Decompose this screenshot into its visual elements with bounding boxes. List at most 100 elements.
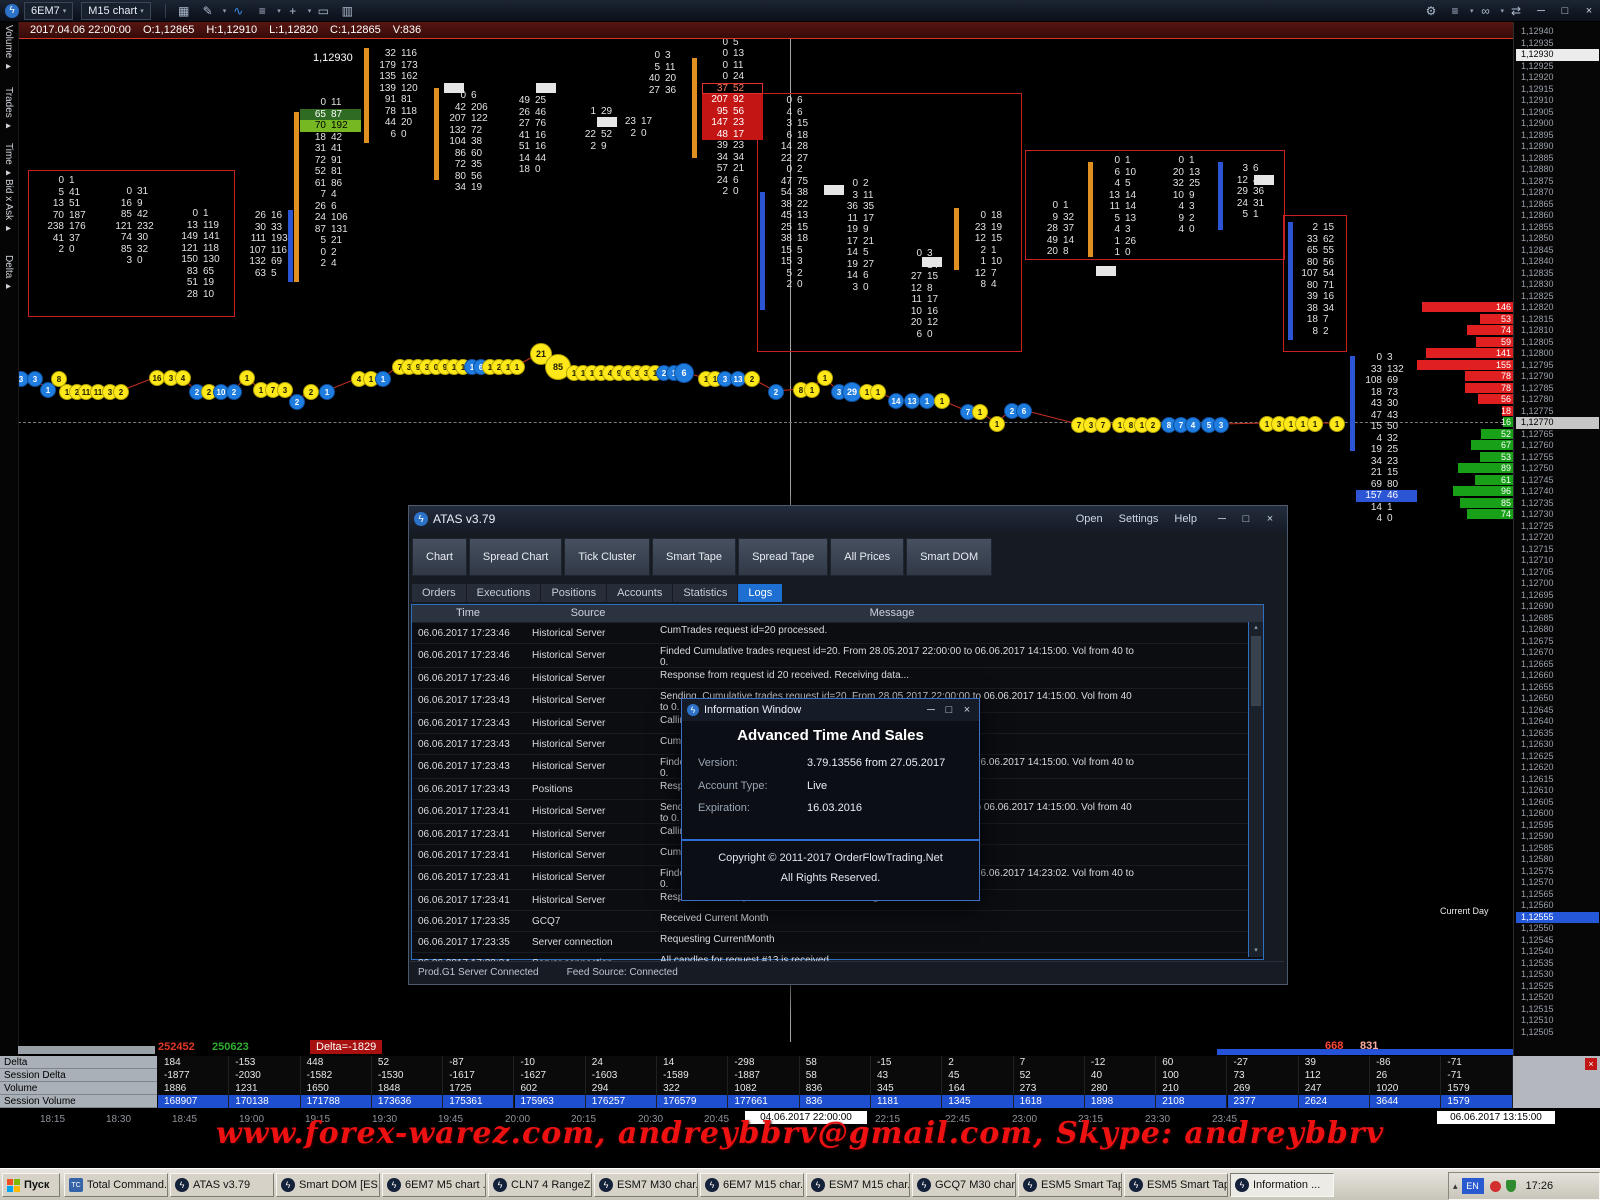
language-indicator[interactable]: EN [1462, 1178, 1484, 1194]
footprint-cluster: 492526462776411651161444180 [504, 95, 565, 176]
indicator-icon[interactable]: ∿ [229, 2, 247, 19]
tab-spreadtape[interactable]: Spread Tape [738, 538, 828, 576]
panel-close-icon[interactable]: × [1585, 1058, 1597, 1070]
cluster-row: 2319 [960, 222, 1021, 234]
price-tick: 1,12765 [1521, 429, 1554, 441]
scrollbar[interactable]: ▴ ▾ [1248, 622, 1263, 957]
sync-arrows-icon[interactable]: ⇄ [1507, 2, 1525, 19]
cluster-row: 29 [570, 141, 631, 153]
dialog-titlebar[interactable]: ϟ Information Window ─ □ × [682, 699, 979, 721]
cluster-bid-value: 6 [766, 130, 794, 142]
menu-help[interactable]: Help [1174, 513, 1197, 525]
menu-open[interactable]: Open [1076, 513, 1103, 525]
cluster-mode-icon[interactable]: ▥ [338, 2, 356, 19]
tab-chart[interactable]: Chart [412, 538, 467, 576]
chevron-down-icon[interactable]: ▾ [223, 7, 227, 15]
sidebar-item-trades[interactable]: Trades ▸ [3, 87, 14, 132]
subtab-logs[interactable]: Logs [738, 584, 783, 602]
start-button[interactable]: Пуск [2, 1173, 60, 1197]
maximize-button[interactable]: □ [1554, 2, 1576, 19]
price-tick: 1,12750 [1521, 463, 1554, 475]
taskbar-item-7[interactable]: ϟESM7 M15 char... [806, 1173, 910, 1197]
log-cell-time: 06.06.2017 17:23:41 [412, 866, 530, 889]
taskbar-item-0[interactable]: TCTotal Command... [64, 1173, 168, 1197]
time-axis[interactable]: 18:1518:3018:4519:0019:1519:3019:4520:00… [0, 1108, 1600, 1132]
taskbar-item-2[interactable]: ϟSmart DOM [ES... [276, 1173, 380, 1197]
subtab-executions[interactable]: Executions [467, 584, 542, 602]
drawing-tools-icon[interactable]: ✎ [199, 2, 217, 19]
scroll-up-icon[interactable]: ▴ [1249, 622, 1263, 634]
taskbar-item-3[interactable]: ϟ6EM7 M5 chart ... [382, 1173, 486, 1197]
taskbar-item-5[interactable]: ϟESM7 M30 char... [594, 1173, 698, 1197]
maximize-button[interactable]: □ [1235, 511, 1257, 528]
dialog-titlebar[interactable]: ϟ ATAS v3.79 Open Settings Help ─ □ × [409, 506, 1287, 532]
cluster-bid-value: 85 [106, 244, 134, 256]
taskbar-item-11[interactable]: ϟInformation ... [1230, 1173, 1334, 1197]
price-scale[interactable]: 1,129401,129351,129301,129251,129201,129… [1513, 21, 1600, 1110]
chevron-down-icon[interactable]: ▾ [308, 7, 312, 15]
taskbar-item-4[interactable]: ϟCLN7 4 RangeZ... [488, 1173, 592, 1197]
column-header-message[interactable]: Message [652, 605, 1132, 622]
information-window[interactable]: ϟ Information Window ─ □ × Advanced Time… [681, 698, 980, 901]
sidebar-item-volume[interactable]: Volume ▸ [3, 25, 14, 72]
cluster-row: 10869 [1356, 375, 1417, 387]
tab-smarttape[interactable]: Smart Tape [652, 538, 736, 576]
price-tick: 1,12620 [1521, 762, 1554, 774]
tab-tickcluster[interactable]: Tick Cluster [564, 538, 650, 576]
subtab-statistics[interactable]: Statistics [673, 584, 738, 602]
footprint-cluster: 0351140202736 [634, 50, 695, 96]
timeframe-selector[interactable]: M15 chart ▾ [81, 2, 150, 20]
security-shield-icon[interactable] [1506, 1180, 1516, 1192]
cluster-row: 1444 [504, 153, 565, 165]
chevron-down-icon[interactable]: ▾ [1470, 7, 1474, 15]
subtab-orders[interactable]: Orders [412, 584, 467, 602]
settings-wrench-icon[interactable]: ⚙ [1422, 2, 1440, 19]
close-button[interactable]: × [1259, 511, 1281, 528]
link-icon[interactable]: ∞ [1476, 2, 1494, 19]
chevron-down-icon[interactable]: ▾ [1500, 7, 1504, 15]
taskbar-item-6[interactable]: ϟ6EM7 M15 char... [700, 1173, 804, 1197]
minimize-button[interactable]: ─ [1530, 2, 1552, 19]
tray-expand-icon[interactable]: ▴ [1453, 1181, 1458, 1192]
minimize-button[interactable]: ─ [923, 702, 939, 719]
sidebar-item-delta[interactable]: Delta ▸ [3, 255, 14, 292]
subtab-positions[interactable]: Positions [541, 584, 607, 602]
sidebar-item-bidxask[interactable]: Bid x Ask ▸ [3, 179, 14, 234]
taskbar-item-9[interactable]: ϟESM5 Smart Tape [1018, 1173, 1122, 1197]
subtab-accounts[interactable]: Accounts [607, 584, 673, 602]
instrument-selector[interactable]: 6EM7 ▾ [24, 2, 73, 20]
cluster-row: 1314 [1094, 190, 1155, 202]
taskbar-item-8[interactable]: ϟGCQ7 M30 char... [912, 1173, 1016, 1197]
tab-spreadchart[interactable]: Spread Chart [469, 538, 562, 576]
column-header-time[interactable]: Time [412, 605, 524, 622]
snapshot-icon[interactable]: ▭ [314, 2, 332, 19]
footprint-cluster: 0116587701921842314172915281618674266241… [300, 97, 361, 270]
minimize-button[interactable]: ─ [1211, 511, 1233, 528]
chevron-down-icon[interactable]: ▾ [277, 7, 281, 15]
taskbar-item-10[interactable]: ϟESM5 Smart Tape [1124, 1173, 1228, 1197]
window-list-icon[interactable]: ≡ [1446, 2, 1464, 19]
tab-smartdom[interactable]: Smart DOM [906, 538, 992, 576]
maximize-button[interactable]: □ [941, 702, 957, 719]
stat-cell: 176257 [586, 1095, 657, 1108]
add-icon[interactable]: + [284, 2, 302, 19]
indicator-list-icon[interactable]: ≡ [253, 2, 271, 19]
sidebar-item-time[interactable]: Time ▸ [3, 143, 14, 179]
cluster-ask-value: 106 [328, 212, 361, 224]
tab-allprices[interactable]: All Prices [830, 538, 904, 576]
close-button[interactable]: × [959, 702, 975, 719]
scroll-down-icon[interactable]: ▾ [1249, 945, 1263, 957]
notification-icon[interactable] [1490, 1181, 1501, 1192]
price-tick: 1,12700 [1521, 578, 1554, 590]
cluster-row: 3434 [702, 152, 763, 164]
price-tick: 1,12900 [1521, 118, 1554, 130]
scrollbar-thumb[interactable] [1251, 636, 1261, 706]
menu-settings[interactable]: Settings [1119, 513, 1159, 525]
close-button[interactable]: × [1578, 2, 1600, 19]
taskbar-item-1[interactable]: ϟATAS v3.79 [170, 1173, 274, 1197]
chart-type-icon[interactable]: ▦ [175, 2, 193, 19]
left-panel-tabs: Volume ▸ Trades ▸ Time ▸Bid x Ask ▸ Delta ▸ [0, 21, 19, 1110]
cluster-bid-value: 48 [702, 129, 730, 141]
column-header-source[interactable]: Source [524, 605, 652, 622]
cluster-ask-value: 0 [638, 128, 671, 140]
